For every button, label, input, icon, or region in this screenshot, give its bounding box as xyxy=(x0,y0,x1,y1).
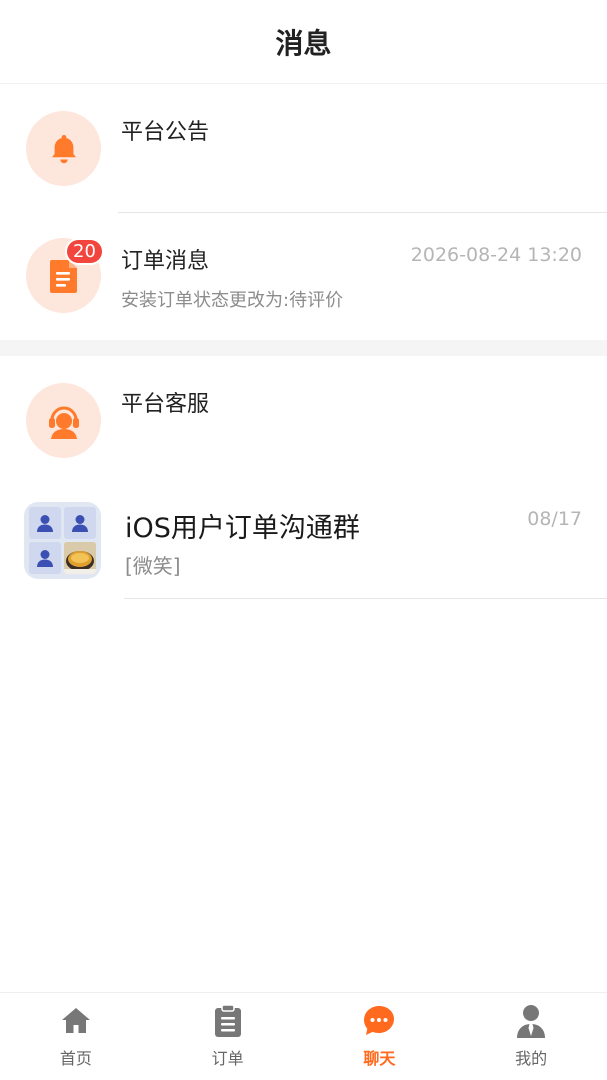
header: 消息 xyxy=(0,0,607,84)
message-title: iOS用户订单沟通群 xyxy=(125,513,360,544)
home-icon xyxy=(58,1003,94,1039)
member-avatar xyxy=(29,507,61,539)
message-title: 平台公告 xyxy=(121,120,210,145)
bottom-tab-bar: 首页 订单 聊天 我的 xyxy=(0,992,607,1080)
member-photo-avatar xyxy=(64,542,96,574)
message-title: 平台客服 xyxy=(121,392,210,417)
messages-page: 消息 平台公告 订单消息 2026-08-24 13:20 安装订单状态更改为:… xyxy=(0,0,607,1080)
member-avatar xyxy=(29,542,61,574)
member-avatar xyxy=(64,507,96,539)
tab-label: 首页 xyxy=(59,1049,92,1068)
tab-orders[interactable]: 订单 xyxy=(152,993,304,1080)
group-avatar-icon xyxy=(24,502,101,579)
tab-profile[interactable]: 我的 xyxy=(455,993,607,1080)
unread-count-badge: 20 xyxy=(65,238,104,265)
message-title: 订单消息 xyxy=(121,249,210,274)
clipboard-icon xyxy=(210,1003,246,1039)
chat-bubble-icon xyxy=(361,1003,397,1039)
tab-label: 我的 xyxy=(515,1049,548,1068)
message-time: 2026-08-24 13:20 xyxy=(410,244,582,266)
divider xyxy=(124,598,607,599)
bell-icon xyxy=(26,111,101,186)
message-preview: [微笑] xyxy=(125,554,181,578)
tab-chat[interactable]: 聊天 xyxy=(304,993,456,1080)
user-icon xyxy=(513,1003,549,1039)
headset-agent-icon xyxy=(26,383,101,458)
message-item-announcement[interactable]: 平台公告 xyxy=(0,84,607,212)
message-time: 08/17 xyxy=(527,508,582,530)
message-preview: 安装订单状态更改为:待评价 xyxy=(121,290,344,311)
tab-home[interactable]: 首页 xyxy=(0,993,152,1080)
message-item-customer-service[interactable]: 平台客服 xyxy=(0,356,607,484)
tab-label: 订单 xyxy=(211,1049,244,1068)
message-item-orders[interactable]: 订单消息 2026-08-24 13:20 安装订单状态更改为:待评价 xyxy=(0,213,607,340)
page-title: 消息 xyxy=(275,26,332,60)
section-separator xyxy=(0,340,607,356)
tab-label: 聊天 xyxy=(363,1049,396,1068)
